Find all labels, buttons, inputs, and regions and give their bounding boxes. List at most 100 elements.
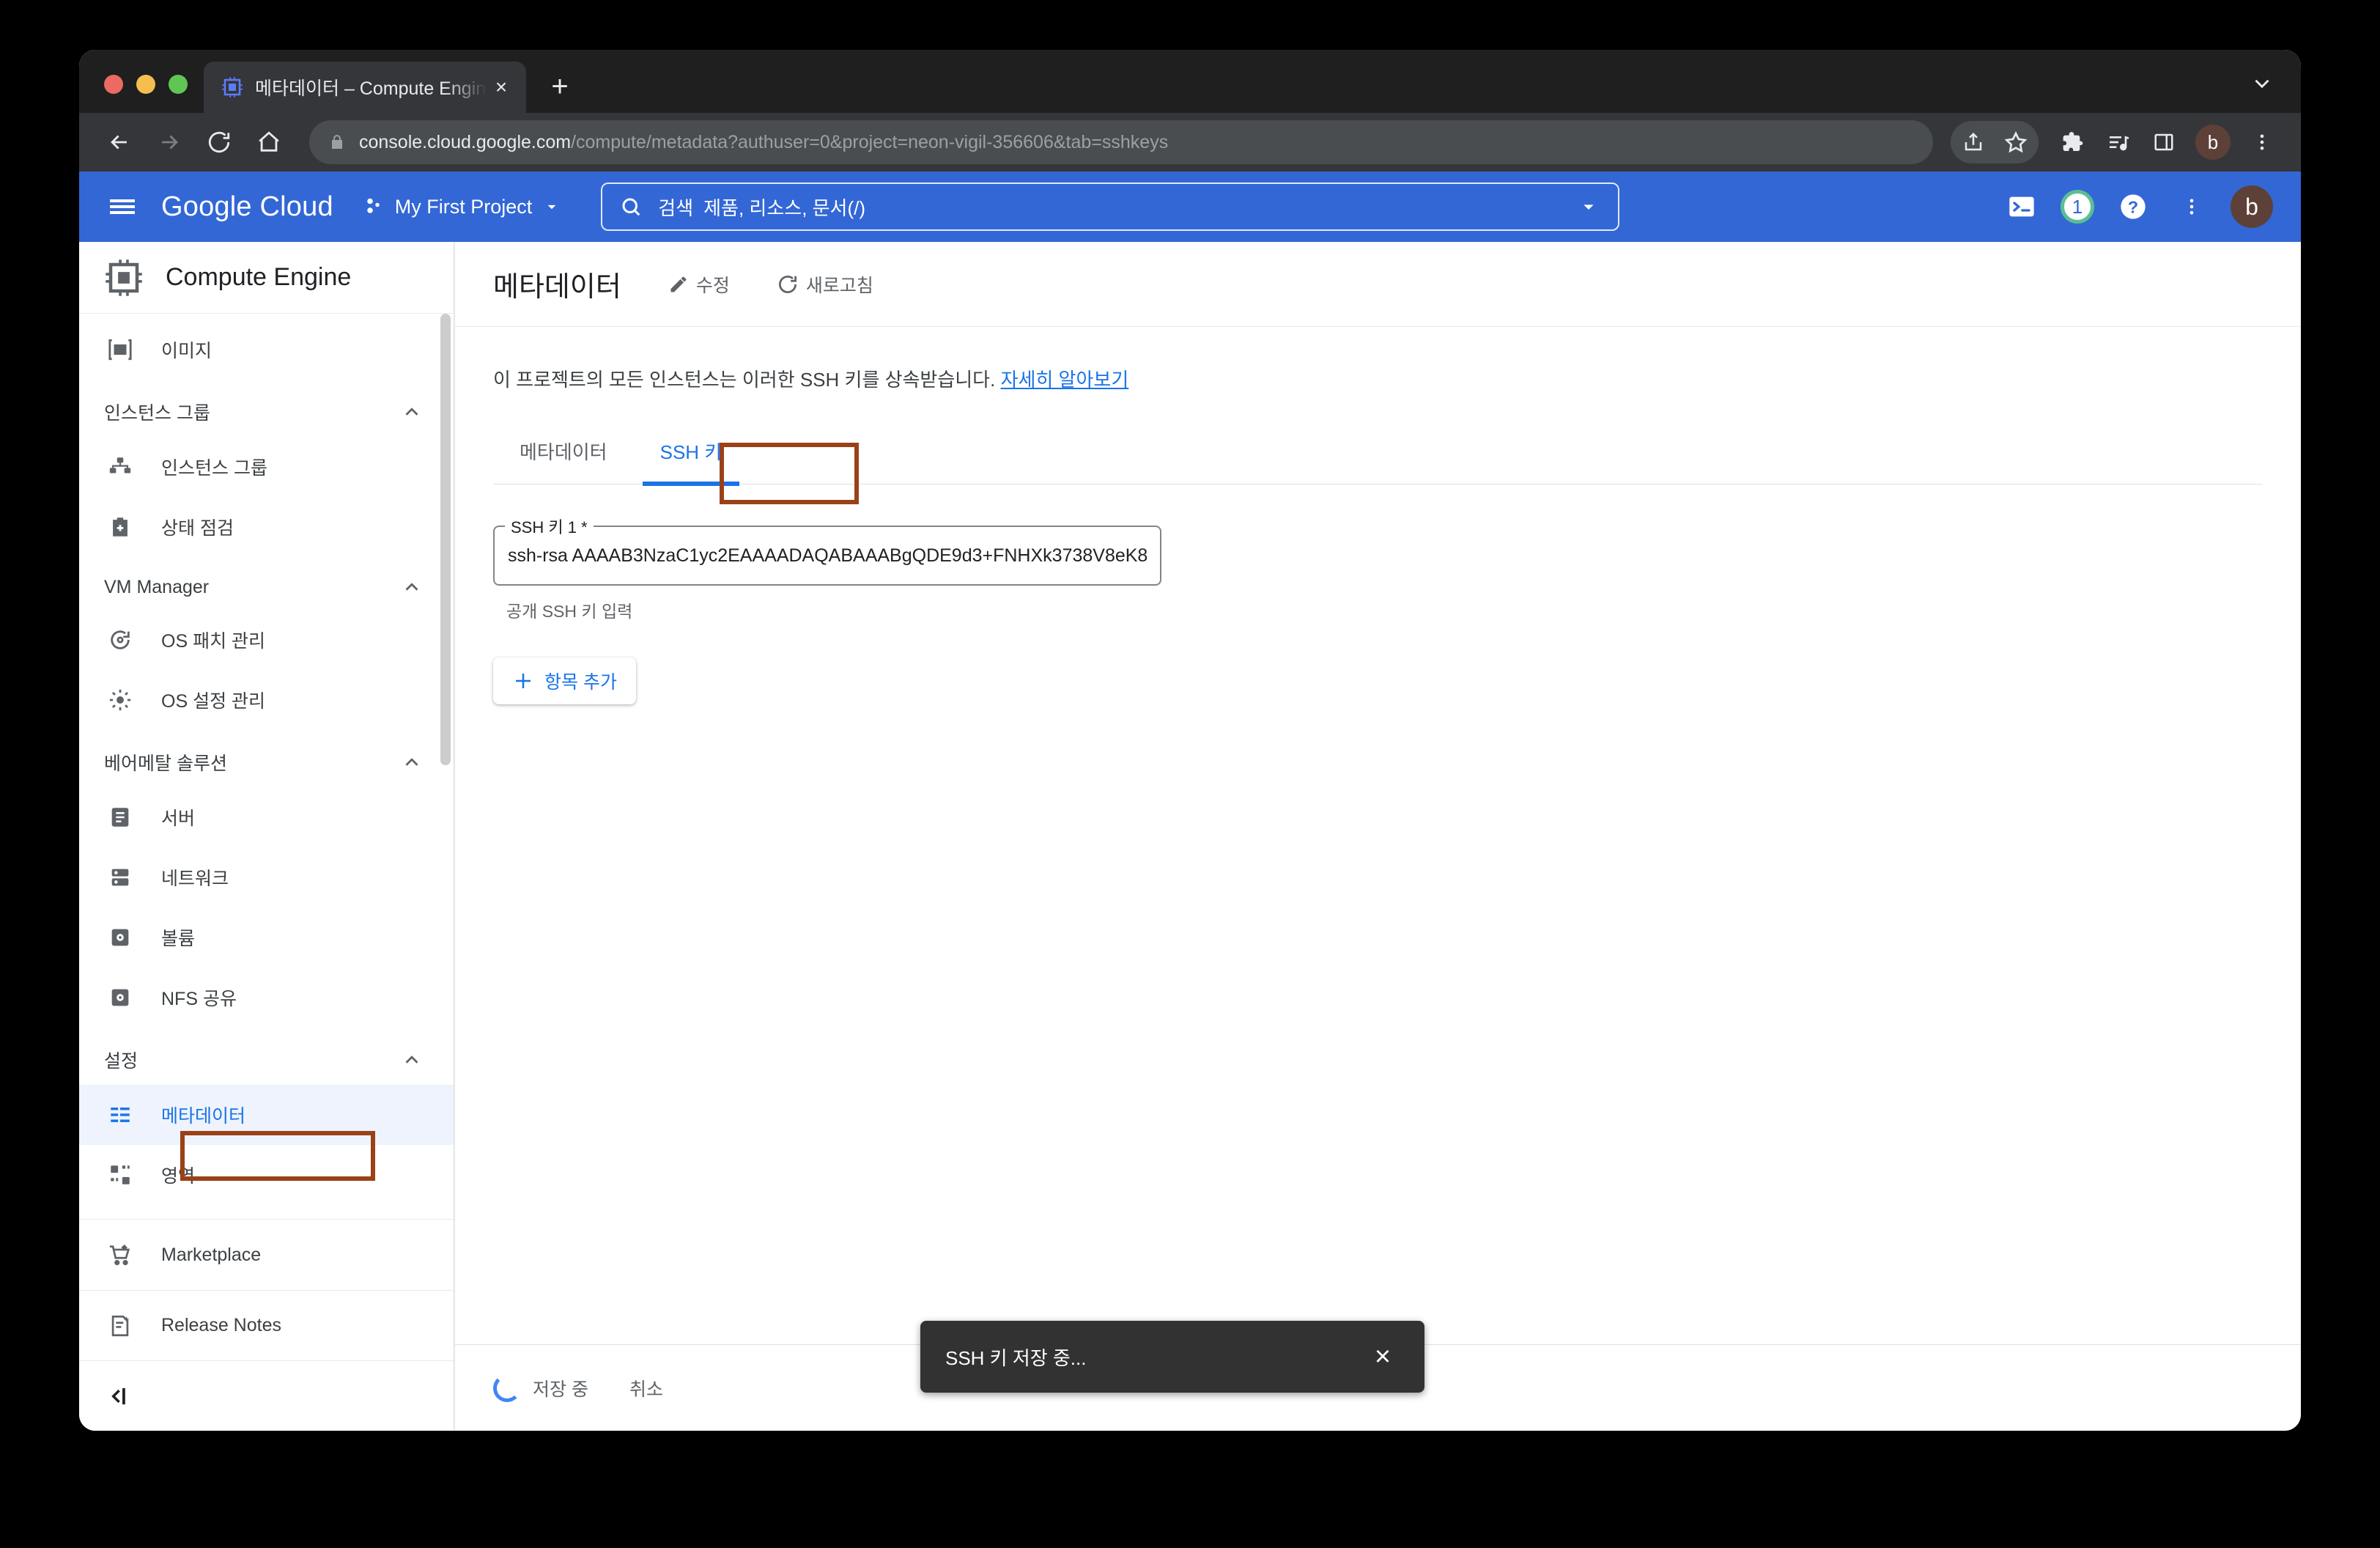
bookmark-star-icon[interactable] (1995, 121, 2037, 163)
project-icon (367, 198, 380, 213)
edit-button[interactable]: 수정 (668, 271, 730, 298)
close-icon[interactable]: × (1366, 1343, 1400, 1371)
search-input[interactable]: 검색 제품, 리소스, 문서(/) (601, 183, 1620, 231)
sidebar-item-servers[interactable]: 서버 (79, 787, 454, 847)
sidebar-item-label: OS 설정 관리 (161, 691, 266, 712)
os-patch-icon (104, 627, 136, 652)
gcp-header-actions: 1 ? b (2002, 185, 2280, 228)
project-selector[interactable]: My First Project (363, 196, 562, 218)
page-title: Compute Engine (166, 263, 352, 291)
chevron-up-icon (405, 408, 418, 416)
cloud-shell-icon[interactable] (2002, 187, 2041, 226)
browser-toolbar: console.cloud.google.com/compute/metadat… (79, 113, 2301, 172)
sidebar-item-volumes[interactable]: 볼륨 (79, 907, 454, 968)
browser-toolbar-actions: b (1951, 121, 2283, 163)
chevron-up-icon (405, 758, 418, 766)
sidebar-group-settings[interactable]: 설정 (79, 1028, 454, 1085)
app-body: Compute Engine 이미지 인스턴스 그룹 인스턴스 그룹 상태 점검… (79, 242, 2301, 1431)
sidebar-group-instance-groups[interactable]: 인스턴스 그룹 (79, 380, 454, 437)
sidebar-group-bare-metal-solution[interactable]: 베어메탈 솔루션 (79, 730, 454, 787)
metadata-icon (104, 1102, 136, 1127)
sidebar-group-vm-manager[interactable]: VM Manager (79, 557, 454, 610)
cancel-button[interactable]: 취소 (629, 1375, 663, 1401)
chevron-down-icon (547, 204, 556, 210)
sidebar-item-label: OS 패치 관리 (161, 631, 266, 652)
navigation-menu-button[interactable] (100, 184, 145, 229)
server-icon (104, 805, 136, 830)
saving-label: 저장 중 (533, 1379, 588, 1400)
main-content: 메타데이터 수정 새로고침 이 프로젝트의 모든 인스턴스는 이러한 SSH 키… (454, 242, 2301, 1431)
sidebar-item-health-checks[interactable]: 상태 점검 (79, 497, 454, 557)
sidebar-group-label: 인스턴스 그룹 (104, 403, 210, 424)
browser-tab[interactable]: 메타데이터 – Compute Engine – × (204, 62, 526, 113)
url-path: /compute/metadata?authuser=0&project=neo… (571, 131, 1169, 152)
refresh-button[interactable]: 새로고침 (777, 271, 873, 298)
sidebar-product-header[interactable]: Compute Engine (79, 242, 454, 314)
add-item-button[interactable]: 항목 추가 (493, 657, 636, 704)
close-window-button[interactable] (104, 75, 123, 94)
sidebar-item-instance-groups[interactable]: 인스턴스 그룹 (79, 437, 454, 497)
sidebar-item-images[interactable]: 이미지 (79, 320, 454, 380)
search-icon (622, 198, 640, 216)
side-panel-icon[interactable] (2143, 121, 2185, 163)
sidebar-item-networks[interactable]: 네트워크 (79, 847, 454, 907)
edit-button-label: 수정 (695, 275, 730, 296)
sidebar-item-label: 인스턴스 그룹 (161, 458, 267, 479)
home-icon[interactable] (246, 119, 292, 165)
chip-icon (222, 77, 243, 97)
description-sentence: 이 프로젝트의 모든 인스턴스는 이러한 SSH 키를 상속받습니다. (493, 369, 996, 391)
help-icon[interactable]: ? (2113, 187, 2153, 226)
sidebar-item-marketplace[interactable]: Marketplace (79, 1220, 454, 1290)
address-bar[interactable]: console.cloud.google.com/compute/metadat… (309, 120, 1933, 164)
minimize-window-button[interactable] (136, 75, 155, 94)
more-options-icon[interactable] (2172, 187, 2211, 226)
sidebar-item-os-patch-management[interactable]: OS 패치 관리 (79, 610, 454, 670)
browser-window: 메타데이터 – Compute Engine – × + console.clo… (79, 50, 2301, 1431)
collapse-panel-icon[interactable] (79, 1360, 454, 1431)
hamburger-line (110, 211, 135, 214)
sidebar-group-label: VM Manager (104, 576, 210, 597)
share-icon[interactable] (1952, 121, 1995, 163)
back-arrow-icon[interactable] (97, 119, 142, 165)
media-playlist-icon[interactable] (2097, 121, 2140, 163)
url-host: console.cloud.google.com (359, 131, 572, 152)
browser-menu-icon[interactable] (2241, 121, 2283, 163)
sidebar-item-zones[interactable]: 영역 (79, 1145, 454, 1205)
hamburger-line (110, 205, 135, 208)
sidebar-item-os-config-management[interactable]: OS 설정 관리 (79, 670, 454, 730)
toast-message: SSH 키 저장 중... (945, 1346, 1087, 1369)
ssh-key-input[interactable]: ssh-rsa AAAAB3NzaC1yc2EAAAADAQABAAABgQDE… (493, 526, 1161, 586)
sidebar-item-network-endpoint-groups[interactable]: 네트워크 엔드포인트 그룹 (79, 1205, 454, 1219)
tab-strip-menu-button[interactable] (2250, 71, 2301, 113)
forward-arrow-icon[interactable] (147, 119, 192, 165)
ssh-key-hint: 공개 SSH 키 입력 (506, 602, 633, 621)
user-avatar[interactable]: b (2231, 185, 2273, 228)
learn-more-link[interactable]: 자세히 알아보기 (1001, 369, 1129, 391)
window-traffic-lights (79, 75, 204, 113)
google-cloud-logo[interactable]: Google Cloud (161, 191, 333, 223)
close-tab-button[interactable]: × (487, 73, 516, 102)
tab-metadata[interactable]: 메타데이터 (493, 427, 634, 484)
sidebar-item-label: Release Notes (161, 1315, 281, 1335)
sidebar-item-label: 상태 점검 (161, 518, 234, 539)
sidebar-scrollbar-thumb[interactable] (440, 314, 451, 765)
tab-ssh-keys[interactable]: SSH 키 (634, 427, 749, 486)
compute-engine-icon (106, 259, 142, 296)
search-label: 검색 (658, 196, 694, 219)
sidebar-item-release-notes[interactable]: Release Notes (79, 1290, 454, 1360)
new-tab-button[interactable]: + (539, 66, 580, 107)
sidebar-item-metadata[interactable]: 메타데이터 (79, 1085, 454, 1145)
hamburger-line (110, 199, 135, 202)
plus-icon (516, 674, 531, 688)
extensions-puzzle-icon[interactable] (2052, 121, 2094, 163)
reload-icon[interactable] (196, 119, 242, 165)
chevron-down-icon[interactable] (1577, 195, 1600, 218)
image-icon (104, 337, 136, 362)
sidebar-item-nfs-shares[interactable]: NFS 공유 (79, 968, 454, 1028)
release-notes-icon (104, 1313, 136, 1338)
chevron-up-icon (405, 583, 418, 591)
description-text: 이 프로젝트의 모든 인스턴스는 이러한 SSH 키를 상속받습니다. 자세히 … (493, 365, 2263, 392)
notification-badge[interactable]: 1 (2061, 190, 2094, 224)
browser-profile-avatar[interactable]: b (2195, 125, 2231, 160)
maximize-window-button[interactable] (169, 75, 188, 94)
